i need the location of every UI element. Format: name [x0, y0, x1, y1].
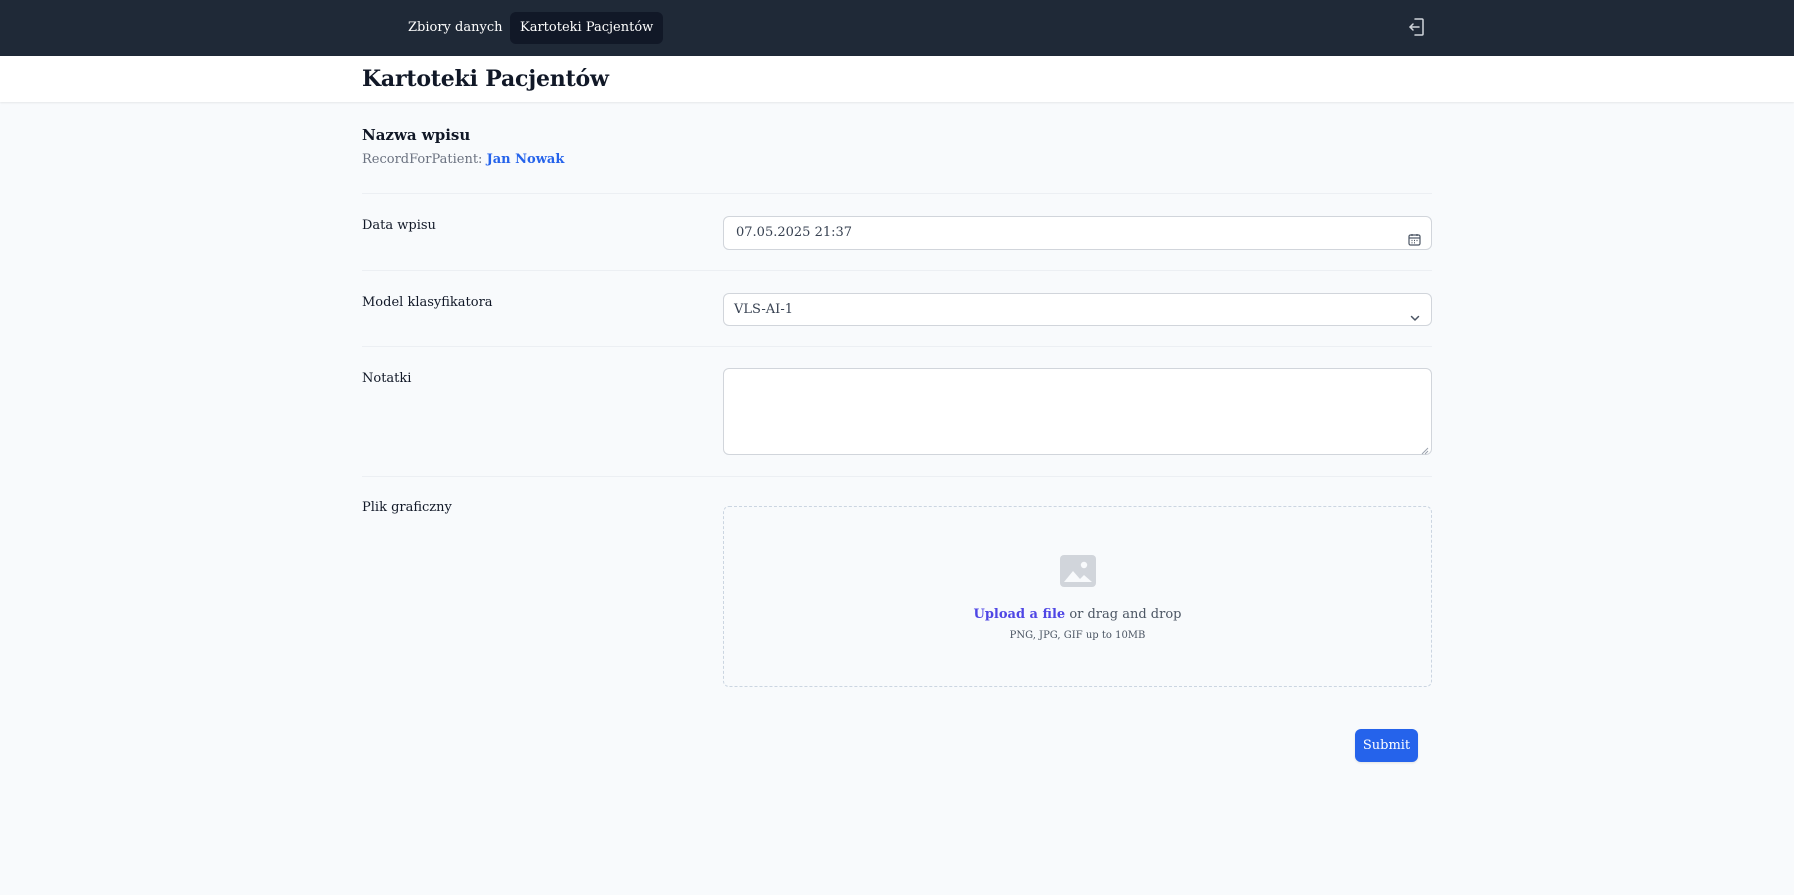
logout-icon[interactable] — [1405, 16, 1427, 38]
notes-textarea[interactable] — [723, 368, 1432, 455]
patient-name-link[interactable]: Jan Nowak — [487, 152, 565, 167]
nav-item-zbiory-danych[interactable]: Zbiory danych — [398, 12, 512, 44]
entry-name-heading: Nazwa wpisu — [362, 126, 471, 144]
drag-drop-text: or drag and drop — [1069, 607, 1182, 622]
record-prefix: RecordForPatient: — [362, 152, 483, 167]
model-value: VLS-AI-1 — [734, 302, 793, 317]
upload-file-link[interactable]: Upload a file — [973, 607, 1065, 622]
upload-hint: PNG, JPG, GIF up to 10MB — [1009, 630, 1146, 641]
upload-instructions: Upload a file or drag and drop — [724, 607, 1431, 622]
record-for-patient: RecordForPatient: Jan Nowak — [362, 152, 564, 167]
file-dropzone[interactable]: Upload a file or drag and drop PNG, JPG,… — [723, 506, 1432, 687]
date-label: Data wpisu — [362, 218, 436, 233]
divider — [362, 270, 1432, 271]
top-navbar: Zbiory danych Kartoteki Pacjentów — [0, 0, 1794, 56]
nav-item-kartoteki-pacjentow[interactable]: Kartoteki Pacjentów — [510, 12, 664, 44]
image-file-label: Plik graficzny — [362, 500, 452, 515]
divider — [362, 476, 1432, 477]
model-select[interactable]: VLS-AI-1 — [723, 293, 1432, 326]
model-label: Model klasyfikatora — [362, 295, 493, 310]
page-title: Kartoteki Pacjentów — [362, 66, 609, 92]
divider — [362, 346, 1432, 347]
chevron-down-icon — [1409, 305, 1421, 321]
date-input[interactable]: 07.05.2025 21:37 — [723, 216, 1432, 250]
page-header: Kartoteki Pacjentów — [0, 56, 1794, 102]
notes-label: Notatki — [362, 371, 412, 386]
resize-handle[interactable] — [1421, 444, 1429, 455]
date-value: 07.05.2025 21:37 — [736, 225, 853, 240]
submit-button[interactable]: Submit — [1355, 729, 1418, 762]
calendar-icon[interactable] — [1408, 227, 1421, 246]
photo-icon — [1059, 554, 1097, 588]
divider — [362, 193, 1432, 194]
